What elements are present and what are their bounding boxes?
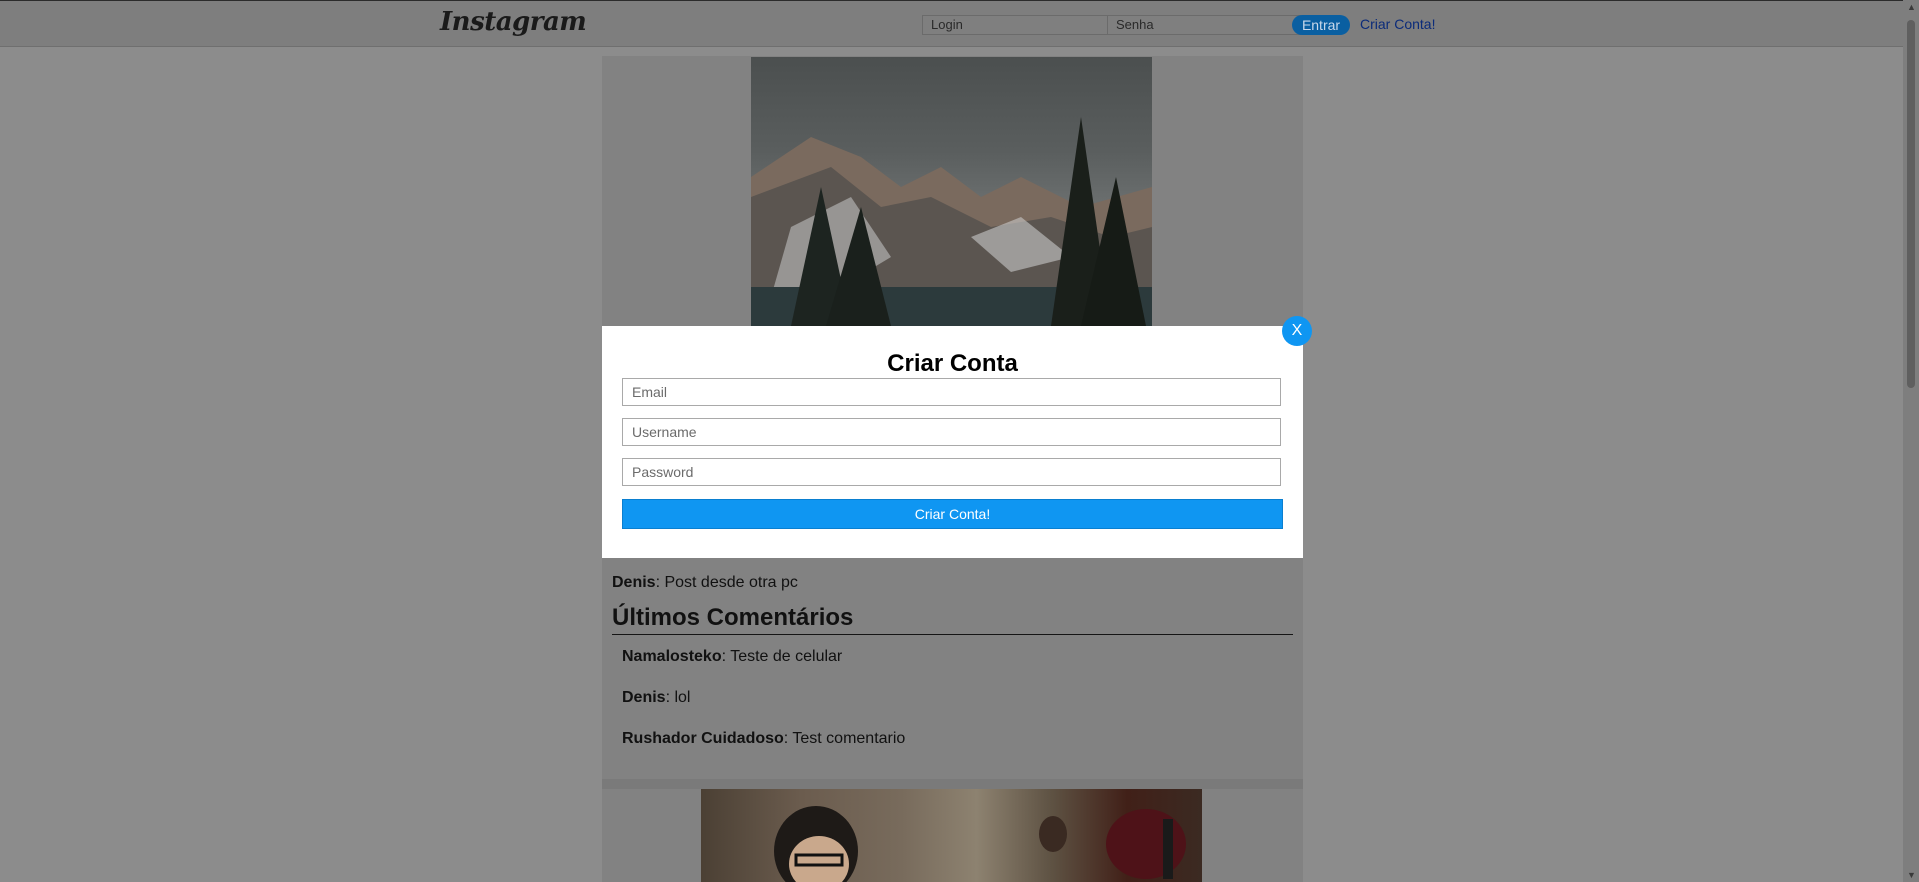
username-field[interactable]: Username (622, 418, 1281, 446)
comments-divider (612, 634, 1293, 635)
login-input[interactable]: Login (922, 15, 1116, 35)
scrollbar-thumb[interactable] (1907, 20, 1915, 388)
comment-item: Denis: lol (622, 689, 690, 707)
card-separator (602, 779, 1303, 789)
create-account-modal: Criar Conta Email Username Password Cria… (602, 326, 1303, 558)
people-photo-illustration (774, 806, 1186, 882)
comment-item: Namalosteko: Teste de celular (622, 648, 842, 666)
comment-item: Rushador Cuidadoso: Test comentario (622, 730, 905, 748)
create-account-link[interactable]: Criar Conta! (1360, 16, 1435, 32)
create-account-submit-button[interactable]: Criar Conta! (622, 499, 1283, 529)
password-input[interactable]: Senha (1107, 15, 1301, 35)
comment-text: : Teste de celular (721, 648, 843, 665)
page-scrollbar[interactable]: ▲ ▼ (1903, 0, 1919, 882)
enter-button[interactable]: Entrar (1292, 15, 1350, 35)
modal-title: Criar Conta (887, 350, 1018, 377)
caption-username[interactable]: Denis (612, 574, 656, 591)
modal-close-button[interactable]: X (1282, 316, 1312, 346)
comment-text: : lol (665, 689, 691, 706)
email-field[interactable]: Email (622, 378, 1281, 406)
comment-text: : Test comentario (783, 730, 906, 747)
comments-heading: Últimos Comentários (612, 604, 854, 631)
comment-username[interactable]: Namalosteko (622, 648, 722, 665)
mountain-landscape-illustration (751, 117, 1152, 326)
post-image-mountains (751, 57, 1152, 326)
post-image-people (701, 789, 1202, 882)
post-caption: Denis: Post desde otra pc (612, 574, 798, 592)
scroll-down-arrow-icon[interactable]: ▼ (1907, 870, 1916, 880)
comment-username[interactable]: Denis (622, 689, 666, 706)
instagram-logo[interactable]: Instagram (440, 7, 587, 37)
password-field[interactable]: Password (622, 458, 1281, 486)
caption-text: : Post desde otra pc (655, 574, 798, 591)
top-navbar: Instagram Login Senha Entrar Criar Conta… (0, 0, 1903, 47)
scroll-up-arrow-icon[interactable]: ▲ (1907, 2, 1916, 12)
comment-username[interactable]: Rushador Cuidadoso (622, 730, 784, 747)
